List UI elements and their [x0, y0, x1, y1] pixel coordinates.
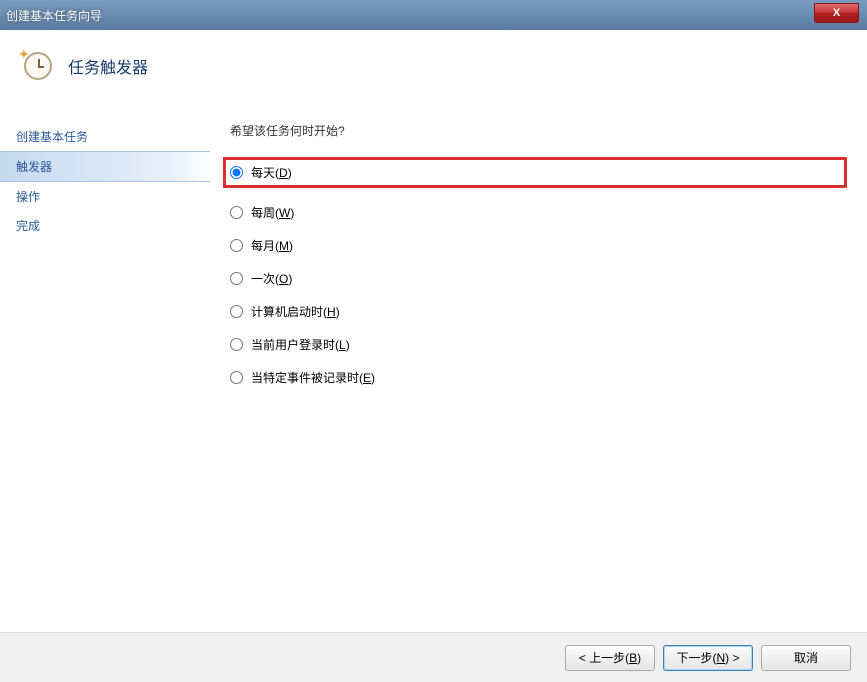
sidebar-item-finish[interactable]: 完成 [16, 211, 210, 240]
next-button-label: 下一步(N) > [676, 649, 739, 666]
sidebar-item-create-task[interactable]: 创建基本任务 [16, 122, 210, 151]
cancel-button[interactable]: 取消 [761, 645, 851, 671]
dialog-body: ✦ 任务触发器 创建基本任务 触发器 操作 完成 希望该任务何时开始? [0, 30, 867, 632]
task-scheduler-icon: ✦ [20, 48, 56, 84]
radio-event-logged-input[interactable] [230, 371, 243, 384]
page-title: 任务触发器 [68, 54, 148, 78]
main-content: 希望该任务何时开始? 每天(D) 每周(W) 每月 [210, 122, 867, 386]
radio-event-logged-label: 当特定事件被记录时(E) [251, 369, 375, 386]
back-button-label: < 上一步(B) [579, 649, 641, 666]
radio-computer-start-input[interactable] [230, 305, 243, 318]
radio-weekly[interactable]: 每周(W) [230, 204, 847, 221]
sidebar-item-trigger[interactable]: 触发器 [0, 151, 210, 182]
radio-once[interactable]: 一次(O) [230, 270, 847, 287]
wizard-header: ✦ 任务触发器 [0, 30, 867, 92]
radio-daily-label: 每天(D) [251, 164, 292, 181]
back-button[interactable]: < 上一步(B) [565, 645, 655, 671]
radio-once-label: 一次(O) [251, 270, 292, 287]
sidebar-item-action[interactable]: 操作 [16, 182, 210, 211]
radio-weekly-label: 每周(W) [251, 204, 294, 221]
titlebar: 创建基本任务向导 X [0, 0, 867, 30]
highlight-annotation: 每天(D) [223, 157, 847, 188]
sidebar-item-label: 完成 [16, 219, 40, 233]
window-title: 创建基本任务向导 [6, 7, 102, 24]
radio-daily[interactable]: 每天(D) [230, 164, 292, 181]
radio-weekly-input[interactable] [230, 206, 243, 219]
radio-monthly-input[interactable] [230, 239, 243, 252]
radio-event-logged[interactable]: 当特定事件被记录时(E) [230, 369, 847, 386]
trigger-question: 希望该任务何时开始? [230, 122, 847, 139]
radio-monthly-label: 每月(M) [251, 237, 293, 254]
radio-user-login[interactable]: 当前用户登录时(L) [230, 336, 847, 353]
radio-once-input[interactable] [230, 272, 243, 285]
radio-user-login-label: 当前用户登录时(L) [251, 336, 350, 353]
radio-computer-start[interactable]: 计算机启动时(H) [230, 303, 847, 320]
trigger-radio-group: 每天(D) 每周(W) 每月(M) 一次(O) [230, 157, 847, 386]
wizard-sidebar: 创建基本任务 触发器 操作 完成 [0, 122, 210, 386]
cancel-button-label: 取消 [794, 649, 818, 666]
next-button[interactable]: 下一步(N) > [663, 645, 753, 671]
radio-user-login-input[interactable] [230, 338, 243, 351]
clock-icon [24, 52, 52, 80]
close-icon: X [833, 7, 840, 19]
content-area: 创建基本任务 触发器 操作 完成 希望该任务何时开始? 每天(D) [0, 92, 867, 386]
radio-computer-start-label: 计算机启动时(H) [251, 303, 340, 320]
close-button[interactable]: X [814, 3, 859, 23]
sidebar-item-label: 操作 [16, 190, 40, 204]
button-bar: < 上一步(B) 下一步(N) > 取消 [0, 632, 867, 682]
radio-monthly[interactable]: 每月(M) [230, 237, 847, 254]
sidebar-item-label: 触发器 [16, 160, 52, 174]
radio-daily-input[interactable] [230, 166, 243, 179]
sidebar-item-label: 创建基本任务 [16, 130, 88, 144]
